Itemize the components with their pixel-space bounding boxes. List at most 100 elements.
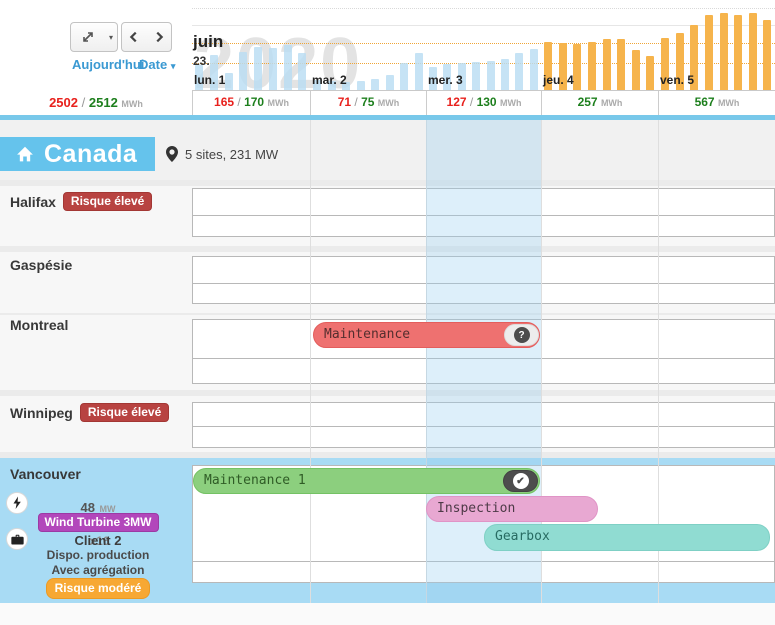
production-bar [646,56,654,90]
day-separator [310,120,311,603]
site-row-montreal: Montreal [10,317,68,333]
production-bar [284,45,292,90]
month-label: juin [193,32,223,52]
date-link[interactable]: Date ▾ [139,57,175,72]
expand-arrows-icon [81,30,95,44]
production-bar [400,63,408,90]
client-icon-circle [6,528,28,550]
caret-down-icon: ▾ [171,61,176,71]
production-bar [298,53,306,90]
region-name: Canada [44,140,137,169]
production-bar [239,52,247,90]
production-bar [632,50,640,90]
week-number-label: 23. [193,54,210,68]
region-banner-canada[interactable]: Canada [0,137,155,171]
site-row-winnipeg: Winnipeg Risque élevé [10,403,169,422]
task-bar-gearbox[interactable]: Gearbox [484,524,770,551]
production-bar [487,61,495,90]
chevron-left-icon [127,30,141,44]
site-row-gaspesie: Gaspésie [10,257,72,273]
chart-gridline [192,8,775,9]
production-summary: 2502 / 2512 MWh [0,90,192,115]
site-row-halifax: Halifax Risque élevé [10,192,152,211]
summary-forecast: 2512 [89,95,118,110]
chart-gridline [192,43,775,44]
day-totals-cells: 165 / 170 MWh71 / 75 MWh127 / 130 MWh257… [192,90,775,115]
previous-period-button[interactable] [121,22,147,52]
day-total-cell: 257 MWh [541,91,658,115]
check-icon: ✔ [513,473,529,489]
summary-actual: 2502 [49,95,78,110]
production-bar [357,81,365,90]
day-total-cell: 127 / 130 MWh [426,91,541,115]
bottom-spacer [0,603,775,625]
turbine-type-badge: Wind Turbine 3MW [38,513,159,532]
risk-moderate-line: Risque modéré [28,578,168,599]
production-bar [617,39,625,90]
day-label: lun. 1 [194,73,225,87]
expand-caret-button[interactable]: ▾ [105,22,118,52]
risk-badge-moderate: Risque modéré [46,578,151,599]
chart-gridline [192,63,775,64]
production-bar [269,48,277,90]
task-status-badge-check[interactable]: ✔ [503,470,538,492]
production-bar [254,47,262,90]
site-name-gaspesie[interactable]: Gaspésie [10,257,72,273]
production-chart: 2020 juin 23. lun. 1mar. 2mer. 3jeu. 4ve… [192,0,775,90]
caret-down-icon: ▾ [109,33,113,42]
topbar: ▾ Aujourd'hui Date ▾ 2020 juin 23. lun. … [0,0,775,115]
production-bar [225,73,233,90]
scheduler-body: Canada 5 sites, 231 MW Halifax Risque él… [0,120,775,625]
production-bar [371,79,379,90]
site-name-vancouver[interactable]: Vancouver [10,466,81,482]
question-icon: ? [514,327,530,343]
risk-badge-high: Risque élevé [63,192,152,211]
task-status-badge-question[interactable]: ? [504,324,539,346]
production-bar [763,20,771,90]
site-name-winnipeg[interactable]: Winnipeg [10,405,73,421]
production-bar [573,44,581,90]
lightning-bolt-icon [11,496,23,510]
day-total-cell: 165 / 170 MWh [192,91,310,115]
client-name: Client 2 [75,533,122,548]
day-label: mer. 3 [428,73,463,87]
day-label: mar. 2 [312,73,347,87]
task-bar-inspection[interactable]: Inspection [426,496,598,522]
power-capacity-icon-circle [6,492,28,514]
risk-badge-high: Risque élevé [80,403,169,422]
home-icon [16,145,34,163]
day-label: ven. 5 [660,73,694,87]
production-bar [749,13,757,90]
production-bar [705,15,713,90]
production-bar [515,53,523,90]
chart-gridline [192,25,775,26]
site-row-vancouver: Vancouver [10,466,81,482]
production-bar [472,62,480,90]
production-bar [720,13,728,90]
production-bar [415,53,423,90]
briefcase-icon [11,534,24,545]
day-label: jeu. 4 [543,73,574,87]
task-bar-maintenance-1[interactable]: Maintenance 1 [193,468,540,494]
region-meta: 5 sites, 231 MW [166,146,278,162]
region-sites-summary: 5 sites, 231 MW [185,147,278,162]
production-bar [501,59,509,90]
summary-separator: / [82,95,86,110]
site-name-halifax[interactable]: Halifax [10,194,56,210]
production-bar [530,49,538,90]
day-total-cell: 567 MWh [658,91,775,115]
production-bar [588,42,596,90]
expand-button[interactable] [70,22,106,52]
next-period-button[interactable] [146,22,172,52]
production-bar [386,75,394,90]
day-total-cell: 71 / 75 MWh [310,91,426,115]
production-bar [603,39,611,90]
production-bar [734,15,742,90]
aggregation-line: Avec agrégation [28,563,168,577]
app-root: ▾ Aujourd'hui Date ▾ 2020 juin 23. lun. … [0,0,775,625]
daily-totals-row: 2502 / 2512 MWh 165 / 170 MWh71 / 75 MWh… [0,90,775,115]
site-name-montreal[interactable]: Montreal [10,317,68,333]
chevron-right-icon [152,30,166,44]
today-link[interactable]: Aujourd'hui [72,57,144,72]
dispo-production-line: Dispo. production [28,548,168,562]
